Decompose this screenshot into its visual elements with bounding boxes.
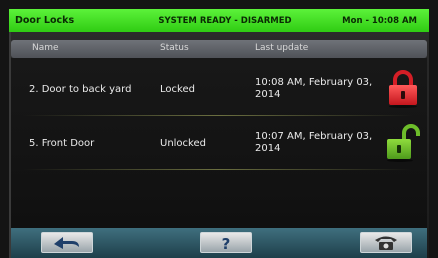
system-status-text: SYSTEM READY - DISARMED xyxy=(158,15,292,26)
back-button[interactable] xyxy=(41,232,93,253)
column-header-name: Name xyxy=(32,43,59,53)
phone-button[interactable] xyxy=(360,232,412,253)
datetime-text: Mon - 10:08 AM xyxy=(342,15,417,26)
padlock-unlocked-green-icon[interactable] xyxy=(386,122,420,162)
help-button[interactable]: ? xyxy=(200,232,252,253)
door-name: 2. Door to back yard xyxy=(29,84,132,95)
row-separator xyxy=(23,169,413,170)
help-question-icon: ? xyxy=(222,235,231,251)
phone-icon xyxy=(375,236,397,250)
table-header: Name Status Last update xyxy=(11,40,427,58)
door-status: Locked xyxy=(160,84,195,95)
door-last-update: 10:08 AM, February 03, 2014 xyxy=(255,77,373,100)
status-bar: Door Locks SYSTEM READY - DISARMED Mon -… xyxy=(9,9,429,32)
table-row[interactable]: 2. Door to back yard Locked 10:08 AM, Fe… xyxy=(11,62,427,116)
column-header-last-update: Last update xyxy=(255,43,309,53)
page-title: Door Locks xyxy=(15,15,75,26)
door-last-update: 10:07 AM, February 03, 2014 xyxy=(255,131,373,154)
column-header-status: Status xyxy=(160,43,189,53)
door-lock-list: 2. Door to back yard Locked 10:08 AM, Fe… xyxy=(11,58,427,228)
table-row[interactable]: 5. Front Door Unlocked 10:07 AM, Februar… xyxy=(11,116,427,170)
door-name: 5. Front Door xyxy=(29,138,95,149)
back-arrow-icon xyxy=(54,236,79,249)
door-status: Unlocked xyxy=(160,138,206,149)
bottom-toolbar: ? xyxy=(11,228,427,258)
svg-text:?: ? xyxy=(222,235,231,251)
padlock-locked-red-icon[interactable] xyxy=(386,68,420,108)
